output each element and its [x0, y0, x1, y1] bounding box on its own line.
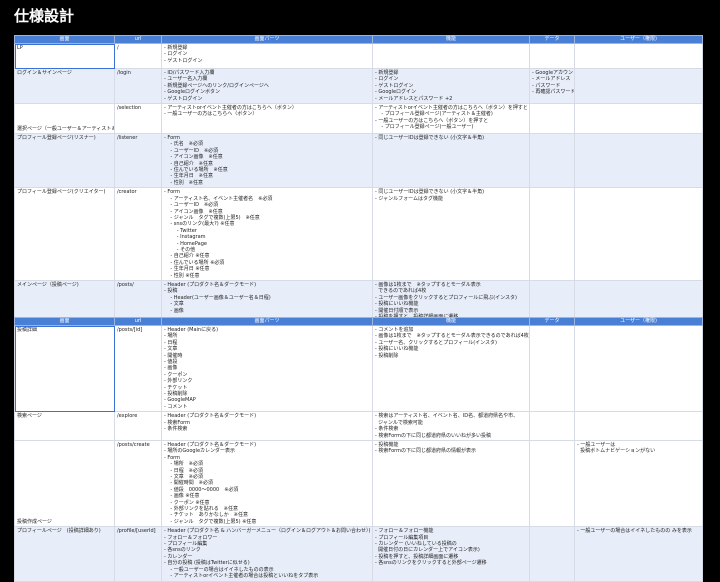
table-row[interactable]: 投稿詳細/posts/[id] - Header (Mainに戻る) - 場所 -…: [14, 324, 703, 413]
header-row: 画面 url 画面パーツ 機能 データ ユーザー（権限): [14, 317, 703, 326]
column-header-user: ユーザー（権限): [574, 35, 703, 44]
table-row[interactable]: ログイン＆サインページ/login - ID/パスワード入力欄 - ユーザー名入力…: [14, 67, 703, 105]
screen-cell[interactable]: 選択ページ（一般ユーザー＆アーティスト＆: [14, 103, 115, 135]
user-cell[interactable]: - 一般ユーザーの場合はイイネしたものの みを表示: [574, 526, 703, 582]
data-cell[interactable]: [529, 324, 575, 413]
user-cell[interactable]: [574, 67, 703, 105]
data-cell[interactable]: [529, 133, 575, 189]
page-title: 仕様設計: [14, 7, 75, 25]
column-header-function: 機能: [372, 317, 530, 326]
column-header-data: データ: [529, 35, 575, 44]
column-header-parts: 画面パーツ: [161, 317, 373, 326]
user-cell[interactable]: [574, 411, 703, 441]
screen-cell[interactable]: 検索ページ: [14, 411, 115, 441]
function-cell[interactable]: - コメントを追加 - 画像は1枚まで ※タップするとモーダル表示できるのであれ…: [372, 324, 530, 413]
screen-cell[interactable]: ログイン＆サインページ: [14, 67, 115, 105]
parts-cell[interactable]: - ID/パスワード入力欄 - ユーザー名入力欄 - 新規登録ページへのリンク/…: [161, 67, 373, 105]
user-cell[interactable]: [574, 187, 703, 281]
screen-cell[interactable]: LP: [14, 43, 115, 69]
user-cell[interactable]: [574, 103, 703, 135]
user-cell[interactable]: [574, 43, 703, 69]
parts-cell[interactable]: - Form - アーティスト名、イベント主催者名 ※必須 - ユーザーID ※…: [161, 187, 373, 281]
column-header-data: データ: [529, 317, 575, 326]
table-body: LP / - 新規登録 - ログイン - ゲストログイン ログイン＆サインページ/lo…: [14, 43, 703, 333]
url-cell[interactable]: /selection: [114, 103, 162, 135]
table-row[interactable]: LP / - 新規登録 - ログイン - ゲストログイン: [14, 43, 703, 69]
column-header-parts: 画面パーツ: [161, 35, 373, 44]
table-row[interactable]: 選択ページ（一般ユーザー＆アーティスト＆/selection - アーティストor…: [14, 103, 703, 135]
column-header-function: 機能: [372, 35, 530, 44]
spec-table-1: 画面 url 画面パーツ 機能 データ ユーザー（権限) LP / - 新規登録 - ログイン…: [14, 35, 703, 333]
parts-cell[interactable]: - アーティストorイベント主催者の方はこちらへ（ボタン） - 一般ユーザーの方…: [161, 103, 373, 135]
parts-cell[interactable]: - Header (プロダクト名＆ダークモード) - 検索Form - 条件検索: [161, 411, 373, 441]
user-cell[interactable]: [574, 324, 703, 413]
url-cell[interactable]: /posts/create: [114, 439, 162, 528]
parts-cell[interactable]: - Form - 氏名 ※必須 - ユーザーID ※必須 - アイコン画像 ※任…: [161, 133, 373, 189]
column-header-user: ユーザー（権限): [574, 317, 703, 326]
screen-cell[interactable]: プロフィールページ (投稿詳細あり): [14, 526, 115, 582]
function-cell[interactable]: - アーティストorイベント主催者の方はこちらへ（ボタン）を押すと - プロフィ…: [372, 103, 530, 135]
screen-cell[interactable]: 投稿作成ページ: [14, 439, 115, 528]
user-cell[interactable]: [574, 133, 703, 189]
data-cell[interactable]: [529, 187, 575, 281]
url-cell[interactable]: /profile/[userId]: [114, 526, 162, 582]
data-cell[interactable]: [529, 43, 575, 69]
url-cell[interactable]: /: [114, 43, 162, 69]
function-cell[interactable]: - フォロー＆フォロー機能 - プロフィール編集項目 - カレンダー (いいねし…: [372, 526, 530, 582]
data-cell[interactable]: [529, 526, 575, 582]
parts-cell[interactable]: - Header (Mainに戻る) - 場所 - 日程 - 文章 - 開催時 …: [161, 324, 373, 413]
parts-cell[interactable]: - Header (プロダクト名＆ダークモード) - 場所のGoogleカレンダ…: [161, 439, 373, 528]
table-row[interactable]: 検索ページ/explore - Header (プロダクト名＆ダークモード) - …: [14, 411, 703, 441]
table-row[interactable]: プロフィールページ (投稿詳細あり)/profile/[userId] - Hea…: [14, 526, 703, 582]
spec-table-2: 画面 url 画面パーツ 機能 データ ユーザー（権限) 投稿詳細/posts/[id] -…: [14, 317, 703, 582]
function-cell[interactable]: - 新規登録 - ログイン - ゲストログイン - Googleログイン - メ…: [372, 67, 530, 105]
table-row[interactable]: 投稿作成ページ/posts/create - Header (プロダクト名＆ダーク…: [14, 439, 703, 528]
column-header-url: url: [114, 35, 162, 44]
parts-cell[interactable]: - Header (プロダクト名 & ハンバーガーメニュー（ログイン＆ログアウト…: [161, 526, 373, 582]
column-header-screen: 画面: [14, 317, 115, 326]
url-cell[interactable]: /listener: [114, 133, 162, 189]
url-cell[interactable]: /login: [114, 67, 162, 105]
function-cell[interactable]: - 投稿機能 - 検索Formの下に同じ都道府県の情報が表示: [372, 439, 530, 528]
screen-cell[interactable]: プロフィール登録ページ(リスナー): [14, 133, 115, 189]
data-cell[interactable]: [529, 439, 575, 528]
table-row[interactable]: プロフィール登録ページ(クリエイター)/creator - Form - アーティ…: [14, 187, 703, 281]
url-cell[interactable]: /explore: [114, 411, 162, 441]
table-row[interactable]: プロフィール登録ページ(リスナー)/listener - Form - 氏名 ※必…: [14, 133, 703, 189]
url-cell[interactable]: /creator: [114, 187, 162, 281]
table-body: 投稿詳細/posts/[id] - Header (Mainに戻る) - 場所 -…: [14, 324, 703, 582]
user-cell[interactable]: - 一般ユーザーは 投稿ボトムナビゲーションがない: [574, 439, 703, 528]
screen-cell[interactable]: 投稿詳細: [14, 324, 115, 413]
data-cell[interactable]: [529, 103, 575, 135]
function-cell[interactable]: - 検索はアーティスト名、イベント名、ID名、都道府県名や市、 ジャンルで検索可…: [372, 411, 530, 441]
column-header-screen: 画面: [14, 35, 115, 44]
header-row: 画面 url 画面パーツ 機能 データ ユーザー（権限): [14, 35, 703, 44]
column-header-url: url: [114, 317, 162, 326]
parts-cell[interactable]: - 新規登録 - ログイン - ゲストログイン: [161, 43, 373, 69]
screen-cell[interactable]: プロフィール登録ページ(クリエイター): [14, 187, 115, 281]
function-cell[interactable]: - 同じユーザーIDは登録できない (小文字＆半角) - ジャンルフォームはタグ…: [372, 187, 530, 281]
data-cell[interactable]: - Googleアカウント - メールアドレス - パスワード - 再確認パスワ…: [529, 67, 575, 105]
function-cell[interactable]: [372, 43, 530, 69]
url-cell[interactable]: /posts/[id]: [114, 324, 162, 413]
data-cell[interactable]: [529, 411, 575, 441]
function-cell[interactable]: - 同じユーザーIDは登録できない (小文字＆半角): [372, 133, 530, 189]
